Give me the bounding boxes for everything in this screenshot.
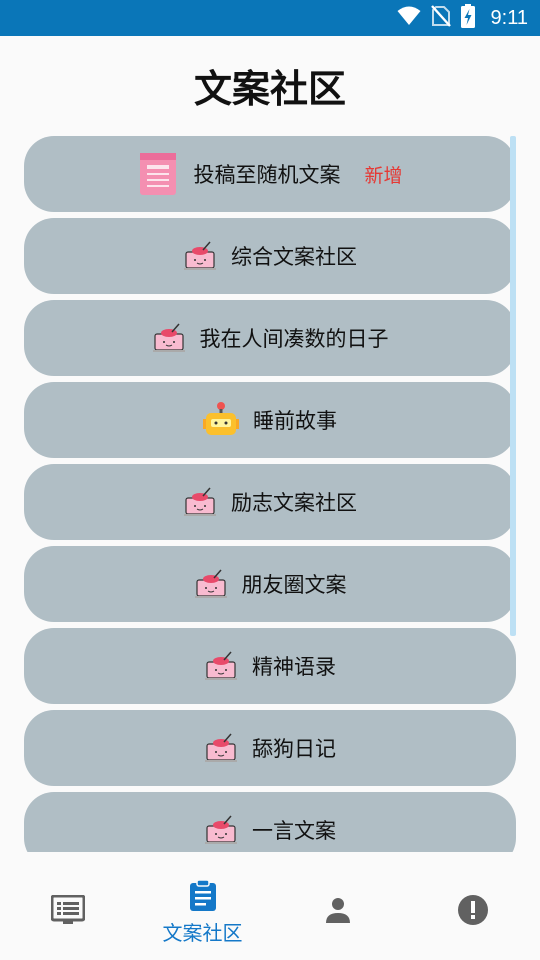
nav-item-profile[interactable] [270, 864, 405, 960]
mailbox-icon [137, 151, 179, 197]
pink-cake-icon [183, 486, 217, 518]
pink-cake-icon [204, 650, 238, 682]
status-time: 9:11 [490, 6, 528, 29]
page-title: 文案社区 [193, 67, 346, 111]
nav-item-list[interactable] [0, 864, 135, 960]
community-list[interactable]: 投稿至随机文案 新增 综合文案社区 我在人间凑数的日子 睡前故事 励志文案社区 … [0, 132, 540, 852]
wifi-icon [397, 6, 421, 30]
list-item-label: 综合文案社区 [231, 245, 357, 269]
list-item-general-community[interactable]: 综合文案社区 [24, 218, 516, 294]
alert-circle-icon [457, 894, 489, 930]
battery-charging-icon [460, 4, 475, 32]
pink-cake-icon [204, 732, 238, 764]
nav-item-about[interactable] [405, 864, 540, 960]
pink-cake-icon [152, 322, 186, 354]
pink-cake-icon [194, 568, 228, 600]
new-badge: 新增 [364, 164, 403, 187]
list-item-spirit-quotes[interactable]: 精神语录 [24, 628, 516, 704]
list-item-days-in-world[interactable]: 我在人间凑数的日子 [24, 300, 516, 376]
pink-cake-icon [183, 240, 217, 272]
bottom-nav: 文案社区 [0, 864, 540, 960]
list-item-one-line-copy[interactable]: 一言文案 [24, 792, 516, 852]
list-item-label: 一言文案 [252, 819, 336, 843]
list-item-moments-copy[interactable]: 朋友圈文案 [24, 546, 516, 622]
nav-label: 文案社区 [162, 920, 243, 945]
no-sim-icon [430, 5, 451, 31]
list-item-label: 我在人间凑数的日子 [199, 327, 389, 351]
list-item-simp-diary[interactable]: 舔狗日记 [24, 710, 516, 786]
status-icons: 9:11 [397, 0, 528, 36]
list-item-label: 睡前故事 [253, 409, 337, 433]
list-item-bedtime-stories[interactable]: 睡前故事 [24, 382, 516, 458]
list-item-label: 舔狗日记 [252, 737, 336, 761]
status-bar: 9:11 [0, 0, 540, 36]
list-item-label: 朋友圈文案 [241, 573, 347, 597]
list-icon [50, 894, 85, 929]
list-item-label: 精神语录 [252, 655, 336, 679]
list-item-submit-random[interactable]: 投稿至随机文案 新增 [24, 136, 516, 212]
nav-item-community[interactable]: 文案社区 [135, 864, 270, 960]
list-item-label: 投稿至随机文案 [193, 163, 341, 187]
robot-icon [203, 401, 239, 439]
clipboard-icon [189, 878, 217, 915]
scrollbar[interactable] [510, 136, 516, 636]
list-item-motivational-community[interactable]: 励志文案社区 [24, 464, 516, 540]
person-icon [324, 896, 352, 928]
pink-cake-icon [204, 814, 238, 846]
list-item-label: 励志文案社区 [231, 491, 357, 515]
